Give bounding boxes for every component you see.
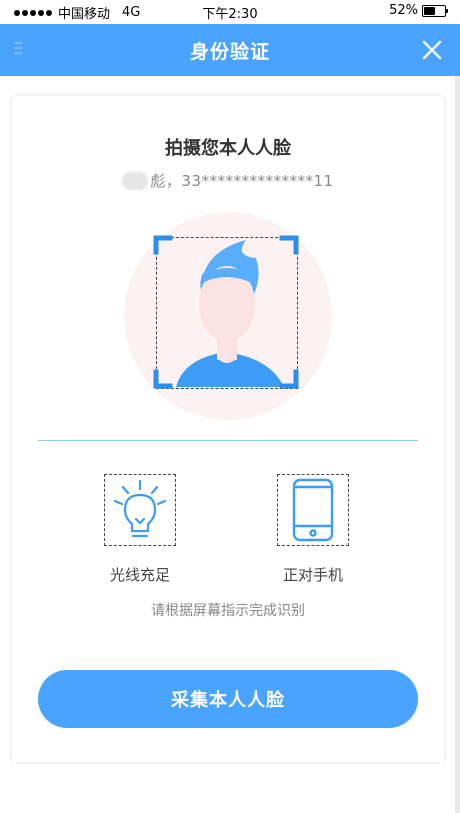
close-button[interactable] (420, 38, 444, 62)
close-icon (422, 40, 442, 60)
verification-card: 拍摄您本人人脸 彪，33**************11 光线充足 正对手机 请… (12, 96, 444, 762)
page-title: 身份验证 (189, 41, 270, 63)
tip-icon-frame (104, 474, 176, 546)
tip-label-lighting: 光线充足 (109, 566, 170, 584)
user-info: 彪，33**************11 (12, 170, 444, 191)
status-right: 52% (389, 3, 448, 18)
card-title: 拍摄您本人人脸 (165, 138, 291, 159)
scrollbar-track (455, 76, 460, 813)
divider (38, 440, 418, 441)
status-bar: 中国移动 4G 下午2:30 52% (0, 0, 460, 24)
tip-lighting: 光线充足 (80, 474, 200, 585)
phone-icon (292, 478, 334, 542)
tip-label-face-phone: 正对手机 (282, 566, 343, 584)
tip-face-phone: 正对手机 (253, 474, 373, 585)
face-capture-area (124, 212, 332, 420)
tip-icon-frame (277, 474, 349, 546)
battery-fill (424, 6, 436, 15)
instruction-text: 请根据屏幕指示完成识别 (151, 603, 305, 619)
frame-corners-icon (153, 235, 299, 389)
user-id: 33**************11 (181, 172, 334, 190)
header: 身份验证 (0, 24, 460, 76)
battery-percent: 52% (389, 3, 418, 18)
masked-name (122, 172, 149, 190)
user-name-suffix: 彪， (150, 172, 182, 190)
capture-face-button[interactable]: 采集本人人脸 (38, 670, 418, 728)
battery-icon (422, 4, 448, 17)
lightbulb-icon (113, 479, 167, 538)
